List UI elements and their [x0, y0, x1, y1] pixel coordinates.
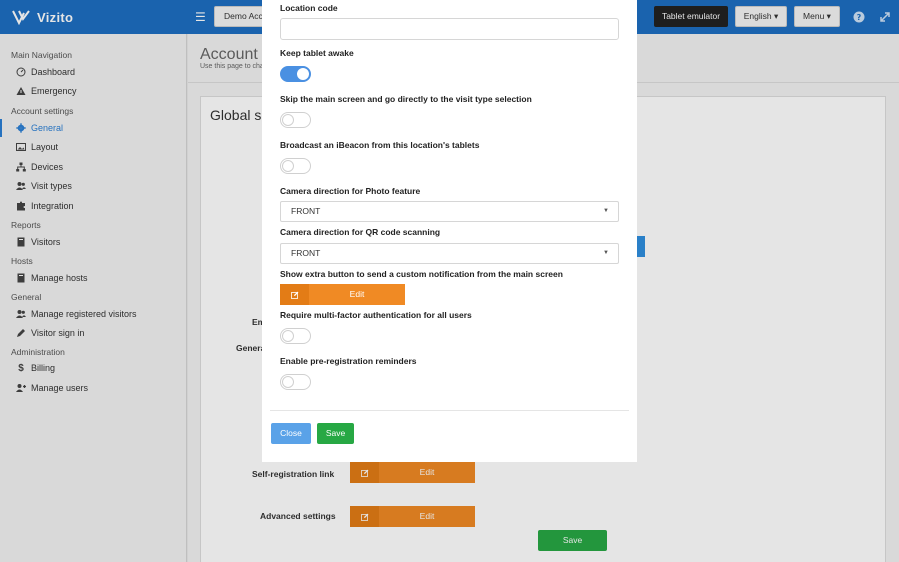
extra-button-edit-button[interactable]: Edit	[280, 284, 405, 305]
edit-icon	[280, 284, 309, 305]
camera-qr-select[interactable]: FRONT ▼	[280, 243, 619, 264]
prereg-reminders-toggle[interactable]	[280, 374, 311, 390]
camera-photo-value: FRONT	[291, 206, 321, 216]
toggle-knob	[282, 114, 294, 126]
settings-modal: Location code Keep tablet awake Skip the…	[262, 0, 637, 462]
camera-photo-label: Camera direction for Photo feature	[280, 186, 421, 196]
skip-main-screen-label: Skip the main screen and go directly to …	[280, 94, 532, 104]
location-code-label: Location code	[280, 3, 338, 13]
location-code-input[interactable]	[280, 18, 619, 40]
mfa-label: Require multi-factor authentication for …	[280, 310, 472, 320]
prereg-reminders-label: Enable pre-registration reminders	[280, 356, 417, 366]
skip-main-screen-toggle[interactable]	[280, 112, 311, 128]
edit-label: Edit	[349, 289, 365, 299]
keep-awake-label: Keep tablet awake	[280, 48, 354, 58]
camera-qr-value: FRONT	[291, 248, 321, 258]
toggle-knob	[282, 330, 294, 342]
toggle-knob	[282, 376, 294, 388]
keep-awake-toggle[interactable]	[280, 66, 311, 82]
save-button[interactable]: Save	[317, 423, 354, 444]
close-button[interactable]: Close	[271, 423, 311, 444]
toggle-knob	[297, 68, 309, 80]
caret-down-icon: ▼	[603, 250, 609, 256]
camera-photo-select[interactable]: FRONT ▼	[280, 201, 619, 222]
toggle-knob	[282, 160, 294, 172]
ibeacon-label: Broadcast an iBeacon from this location'…	[280, 140, 480, 150]
extra-button-label: Show extra button to send a custom notif…	[280, 269, 563, 279]
camera-qr-label: Camera direction for QR code scanning	[280, 227, 441, 237]
ibeacon-toggle[interactable]	[280, 158, 311, 174]
caret-down-icon: ▼	[603, 208, 609, 214]
mfa-toggle[interactable]	[280, 328, 311, 344]
modal-divider	[270, 410, 629, 411]
